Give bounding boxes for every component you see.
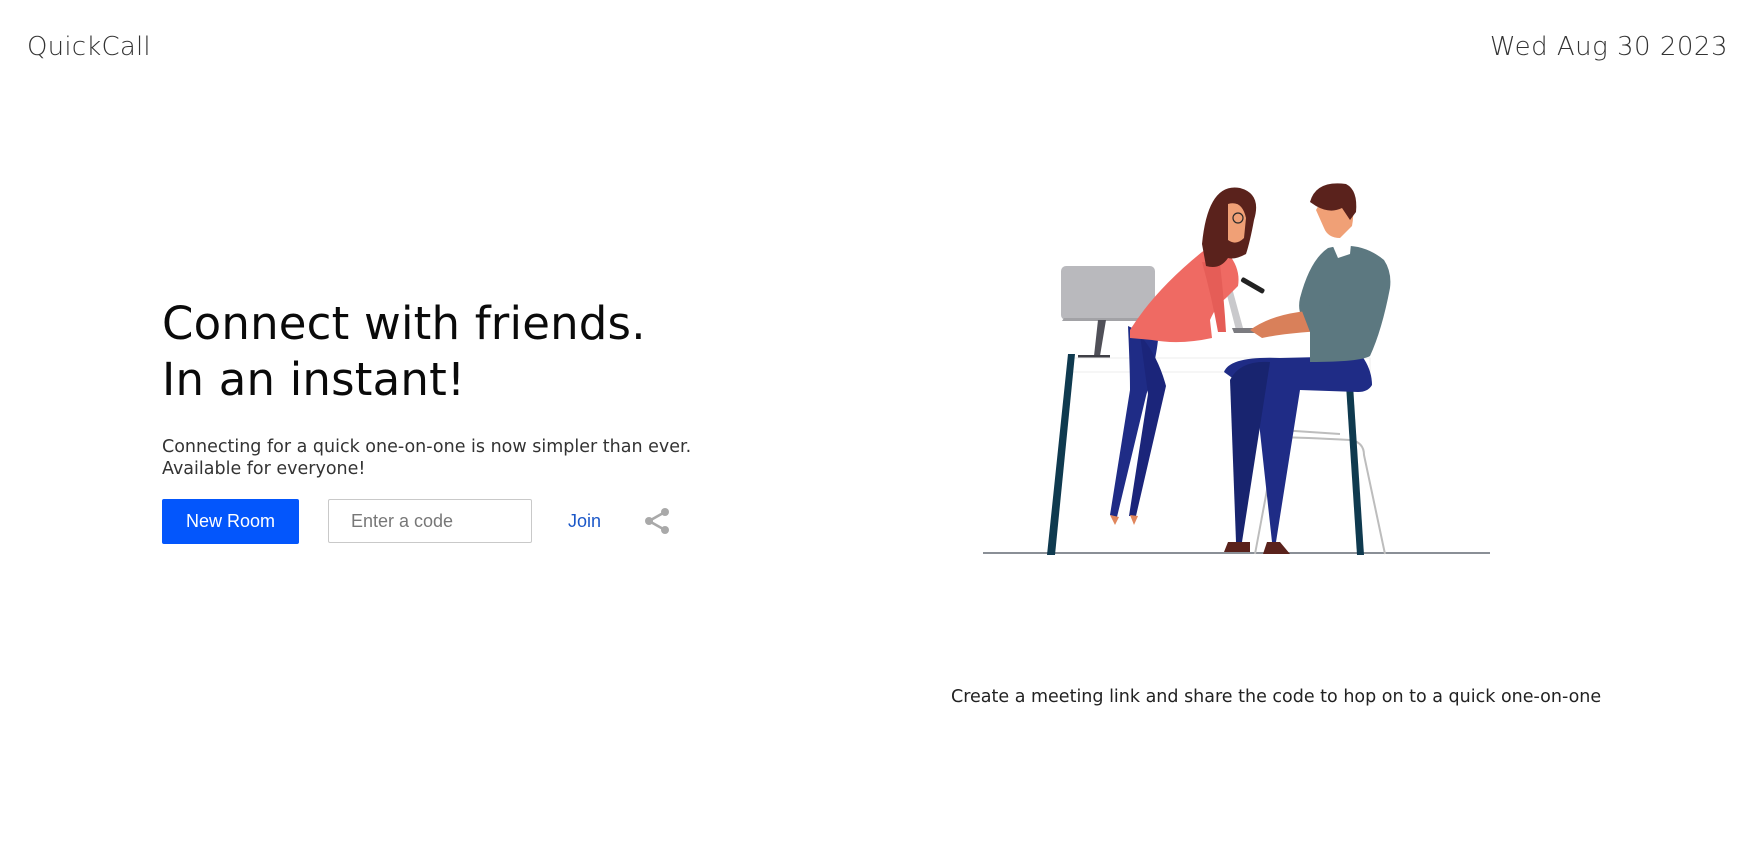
hero-subtext: Connecting for a quick one-on-one is now… [162,436,782,480]
headline-line-1: Connect with friends. [162,297,646,350]
hero-section: Connect with friends. In an instant! Con… [162,296,782,544]
join-button[interactable]: Join [568,511,601,532]
headline-line-2: In an instant! [162,353,466,406]
desk-leg-left [1047,354,1075,555]
landing-page: QuickCall Wed Aug 30 2023 Connect with f… [0,0,1755,852]
current-date: Wed Aug 30 2023 [1489,32,1728,62]
subtext-line-1: Connecting for a quick one-on-one is now… [162,437,692,457]
hero-headline: Connect with friends. In an instant! [162,296,782,408]
meeting-actions: New Room Join [162,498,782,544]
meeting-code-input[interactable] [328,499,532,543]
app-brand: QuickCall [27,32,151,62]
two-people-at-desk-illustration [983,183,1490,555]
share-icon[interactable] [641,505,673,537]
new-room-button[interactable]: New Room [162,498,299,544]
footer-caption: Create a meeting link and share the code… [951,687,1602,707]
subtext-line-2: Available for everyone! [162,459,366,479]
